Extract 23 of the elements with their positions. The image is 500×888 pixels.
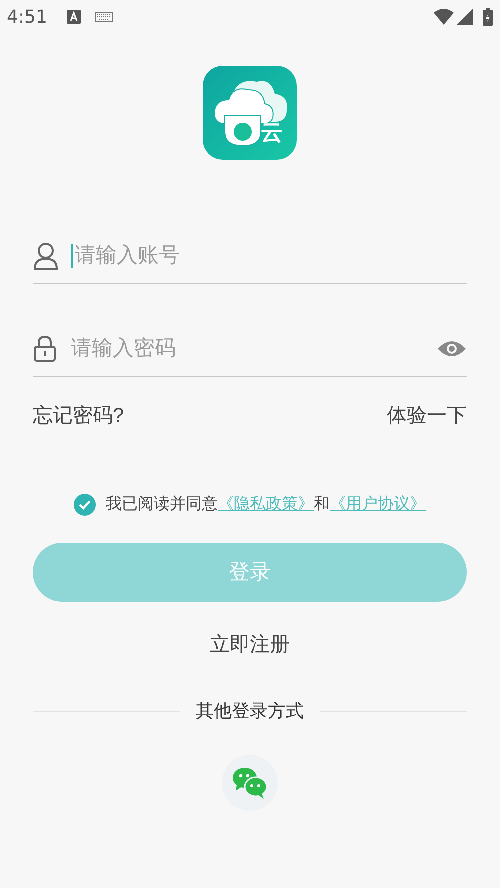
other-login-title: 其他登录方式 xyxy=(195,700,305,723)
person-icon xyxy=(33,242,59,270)
eye-icon[interactable] xyxy=(437,340,467,358)
account-field[interactable]: 请输入账号 xyxy=(33,228,467,284)
keyboard-icon xyxy=(95,12,114,22)
forgot-password-link[interactable]: 忘记密码? xyxy=(33,401,124,431)
check-icon xyxy=(79,500,91,510)
wifi-icon xyxy=(434,9,454,25)
try-it-link[interactable]: 体验一下 xyxy=(387,401,467,431)
and-text: 和 xyxy=(314,494,330,515)
chat-bubbles-icon xyxy=(232,767,268,799)
register-link[interactable]: 立即注册 xyxy=(210,630,290,660)
signal-icon xyxy=(457,9,473,25)
lock-icon xyxy=(33,334,57,362)
logo-text: 云 xyxy=(261,121,283,145)
status-time: 4:51 xyxy=(7,6,48,30)
password-input[interactable]: 请输入密码 xyxy=(71,334,437,364)
password-field[interactable]: 请输入密码 xyxy=(33,284,467,377)
agreement-text: 我已阅读并同意 xyxy=(106,494,218,515)
account-input[interactable]: 请输入账号 xyxy=(71,240,467,270)
battery-icon xyxy=(483,8,493,26)
font-icon xyxy=(67,10,82,24)
agreement-checkbox[interactable] xyxy=(74,494,96,516)
